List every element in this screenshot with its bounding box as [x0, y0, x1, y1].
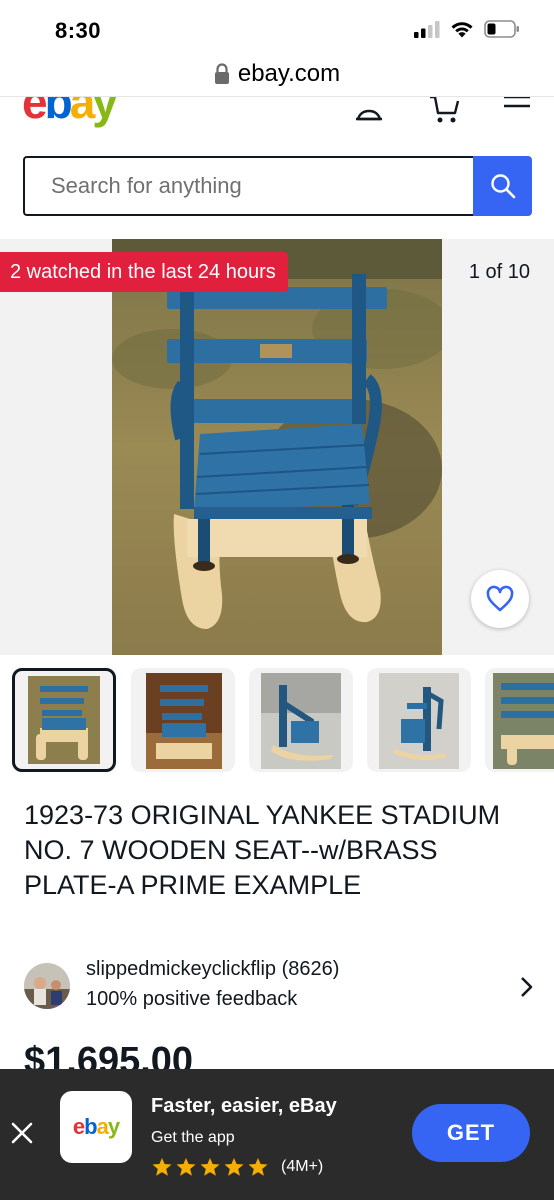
app-icon-logo: ebay [72, 1114, 120, 1140]
thumbnail[interactable] [367, 668, 471, 772]
logo-letter: b [44, 96, 73, 128]
star-icon [248, 1158, 268, 1176]
watch-count-badge: 2 watched in the last 24 hours [0, 252, 288, 292]
star-icon [224, 1158, 244, 1176]
thumbnail[interactable] [131, 668, 235, 772]
logo-letter: e [72, 1114, 85, 1139]
url-text: ebay.com [237, 60, 341, 87]
thumbnail-image [28, 676, 100, 764]
lock-icon [214, 63, 229, 84]
chevron-right-icon[interactable] [520, 976, 534, 998]
thumbnail-image [261, 673, 341, 769]
image-counter: 1 of 10 [456, 252, 542, 292]
logo-letter: e [22, 96, 48, 128]
menu-icon[interactable] [500, 96, 534, 125]
status-icons [414, 20, 520, 38]
heart-icon [486, 585, 514, 612]
logo-letter: y [107, 1114, 120, 1139]
search-icon [490, 174, 515, 199]
thumbnail-image [146, 673, 222, 769]
product-image[interactable] [112, 239, 442, 655]
search-bar [23, 156, 532, 216]
search-button[interactable] [473, 156, 532, 216]
address-bar[interactable]: ebay.com [0, 52, 554, 96]
cart-icon[interactable] [428, 96, 462, 125]
thumbnail[interactable] [249, 668, 353, 772]
app-banner-title: Faster, easier, eBay [151, 1095, 337, 1117]
account-icon[interactable] [352, 96, 386, 125]
logo-letter: y [92, 96, 118, 128]
star-icon [200, 1158, 220, 1176]
seller-name[interactable]: slippedmickeyclickflip (8626) [86, 958, 339, 981]
star-icon [176, 1158, 196, 1176]
logo-letter: b [84, 1114, 97, 1139]
search-input[interactable] [23, 156, 473, 216]
app-install-banner: ebay Faster, easier, eBay Get the app (4… [0, 1069, 554, 1200]
thumbnail[interactable] [485, 668, 554, 772]
thumbnail-image [379, 673, 459, 769]
seller-info[interactable]: slippedmickeyclickflip (8626) 100% posit… [24, 958, 534, 1018]
image-gallery[interactable]: 2 watched in the last 24 hours 1 of 10 [0, 239, 554, 655]
seller-avatar[interactable] [24, 963, 70, 1009]
app-banner-subtitle: Get the app [151, 1129, 235, 1146]
listing-title: 1923-73 ORIGINAL YANKEE STADIUM NO. 7 WO… [24, 800, 501, 900]
logo-letter: a [69, 96, 96, 128]
get-app-button[interactable]: GET [412, 1104, 530, 1162]
close-icon[interactable] [10, 1121, 34, 1145]
thumbnail[interactable] [12, 668, 116, 772]
battery-icon [484, 20, 519, 38]
app-rating: (4M+) [151, 1157, 323, 1177]
ebay-logo[interactable]: ebay [22, 96, 118, 129]
seller-feedback: 100% positive feedback [86, 988, 298, 1010]
signal-icon [414, 21, 440, 38]
star-icon [152, 1158, 172, 1176]
logo-letter: a [96, 1114, 109, 1139]
wifi-icon [451, 22, 473, 38]
status-time: 8:30 [55, 18, 102, 43]
app-rating-count: (4M+) [281, 1158, 324, 1175]
ebay-app-icon: ebay [60, 1091, 132, 1163]
status-bar: 8:30 [0, 0, 554, 58]
watchlist-button[interactable] [471, 570, 529, 628]
site-header: ebay [0, 96, 554, 140]
thumbnail-strip [0, 665, 554, 777]
thumbnail-image [493, 673, 554, 769]
avatar-image [24, 963, 70, 1009]
